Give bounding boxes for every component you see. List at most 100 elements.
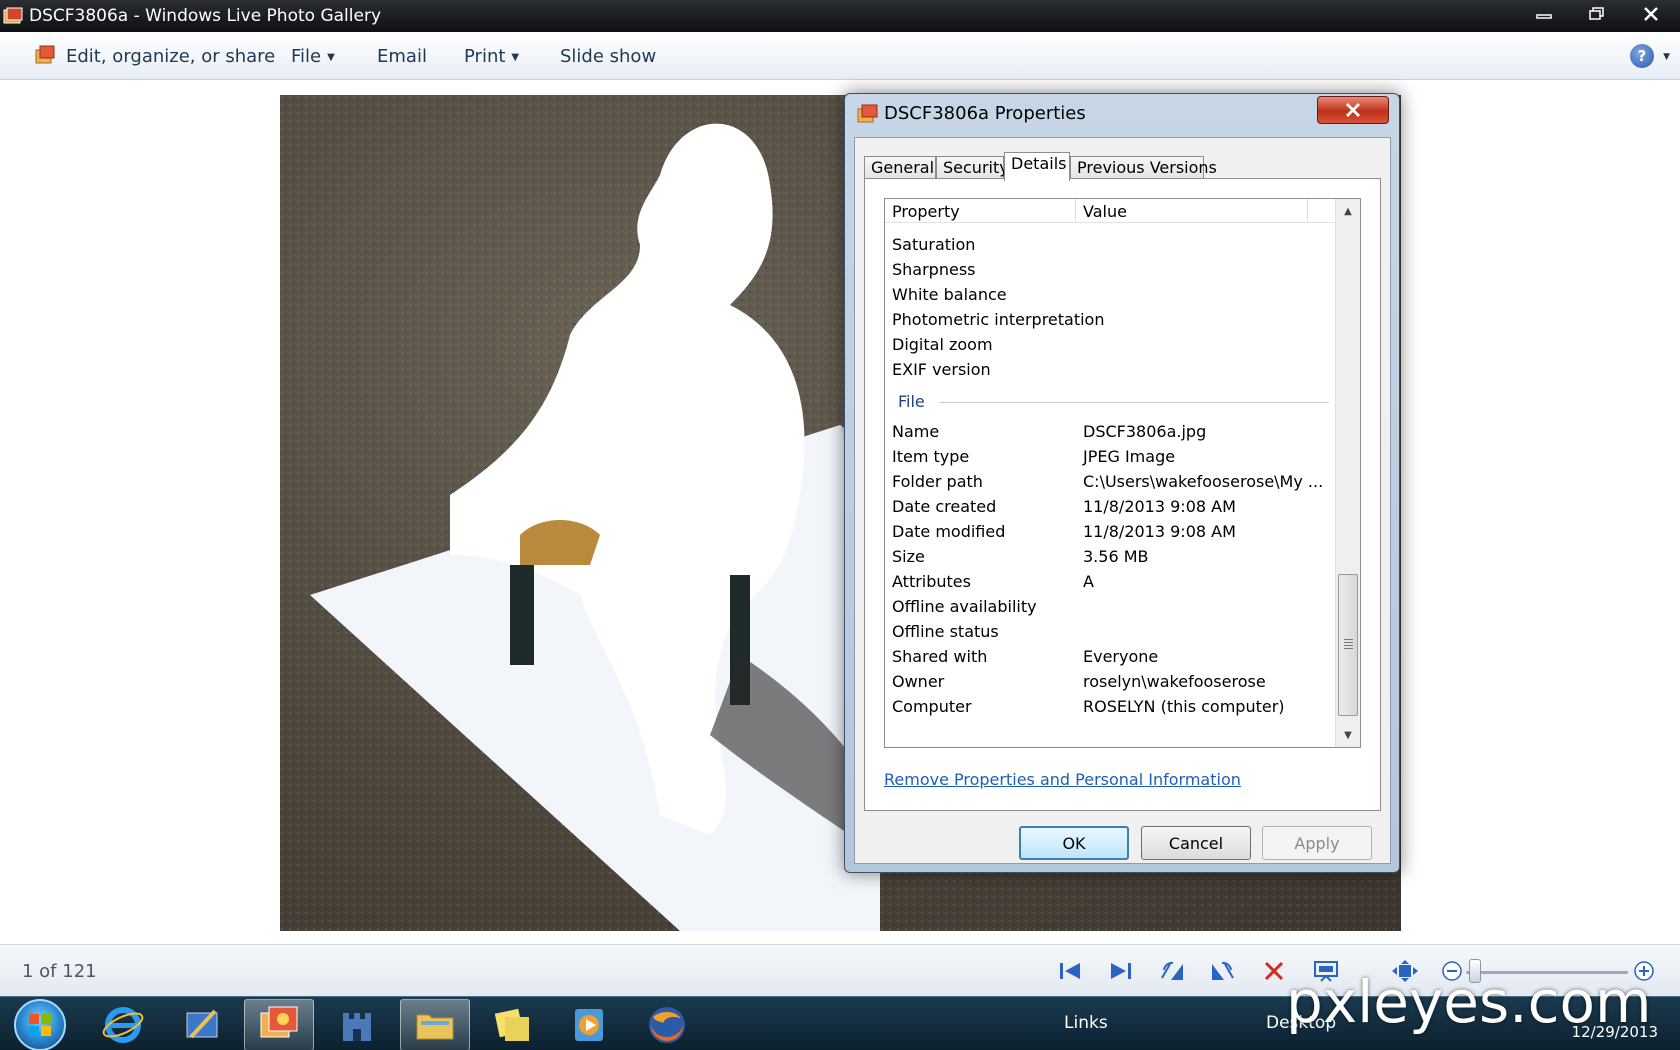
file-menu-label: File [291,46,322,67]
taskbar-firefox[interactable] [632,999,702,1050]
grip-icon [1344,639,1353,649]
property-value: DSCF3806a.jpg [1083,422,1207,441]
tab-general[interactable]: General [864,156,936,180]
photo-file-icon [857,104,878,123]
taskbar-media-player[interactable] [554,999,624,1050]
property-name: Photometric interpretation [892,310,1105,329]
close-icon [1644,7,1658,21]
property-name: Date modified [892,522,1006,541]
column-header-value[interactable]: Value [1083,202,1127,221]
next-button[interactable] [1107,957,1135,985]
restore-icon [1589,7,1604,20]
taskbar-windows-explorer[interactable] [400,999,470,1050]
previous-button[interactable] [1056,957,1084,985]
taskbar-internet-explorer[interactable] [88,999,158,1050]
cancel-button[interactable]: Cancel [1141,826,1251,860]
property-name: Owner [892,672,945,691]
minimize-button[interactable] [1518,0,1570,28]
taskbar-sticky-notes[interactable] [478,999,548,1050]
remove-properties-link[interactable]: Remove Properties and Personal Informati… [884,770,1241,789]
paint-brush-icon [186,1009,218,1039]
rotate-left-button[interactable] [1158,957,1186,985]
tab-security[interactable]: Security [936,156,1009,180]
photo-gallery-icon [260,1006,298,1038]
internet-explorer-icon [102,1007,144,1043]
dialog-title: DSCF3806a Properties [884,103,1086,124]
folder-icon [416,1014,454,1040]
next-icon [1111,963,1131,979]
rotate-right-icon [1212,961,1234,980]
tab-previous-versions[interactable]: Previous Versions [1070,156,1217,180]
column-header-property[interactable]: Property [892,202,960,221]
tab-details[interactable]: Details [1004,152,1070,181]
file-menu-button[interactable]: File ▼ [291,46,335,67]
property-value: 11/8/2013 9:08 AM [1083,522,1236,541]
windows-logo-icon [29,1014,51,1036]
scrollbar-thumb[interactable] [1338,574,1358,716]
edit-organize-share-button[interactable]: Edit, organize, or share [66,46,275,67]
property-value: roselyn\wakefooserose [1083,672,1266,691]
slide-show-button[interactable]: Slide show [560,46,656,67]
property-name: Computer [892,697,972,716]
property-value: 11/8/2013 9:08 AM [1083,497,1236,516]
column-divider[interactable] [1307,199,1308,223]
property-name: Attributes [892,572,971,591]
property-name: Shared with [892,647,988,666]
photo-gallery-app-icon [3,7,23,24]
dialog-close-button[interactable] [1317,96,1389,124]
column-divider[interactable] [1075,199,1076,223]
email-button[interactable]: Email [377,46,427,67]
property-name: Item type [892,447,970,466]
dialog-body: General Security Details Previous Versio… [854,137,1391,864]
restore-button[interactable] [1570,0,1622,28]
chevron-down-icon: ▼ [511,51,520,63]
watermark: pxleyes.com [1286,968,1652,1036]
firefox-icon [649,1007,685,1043]
help-chevron-icon[interactable]: ▼ [1663,52,1670,62]
start-button[interactable] [14,999,66,1050]
property-name: Sharpness [892,260,976,279]
chevron-down-icon: ▼ [327,51,335,63]
close-window-button[interactable] [1622,0,1680,28]
details-panel: Property Value Saturation Sharpness Whit… [864,178,1381,811]
links-toolbar[interactable]: Links [1064,1013,1108,1033]
rotate-right-button[interactable] [1209,957,1237,985]
property-name: White balance [892,285,1007,304]
help-icon[interactable]: ? [1630,44,1654,68]
property-name: Name [892,422,940,441]
ok-button[interactable]: OK [1019,826,1129,860]
property-name: EXIF version [892,360,991,379]
group-divider [939,402,1329,403]
photo-counter: 1 of 121 [22,961,97,982]
close-icon [1346,103,1360,117]
scroll-down-icon[interactable]: ▼ [1340,727,1356,743]
print-menu-button[interactable]: Print ▼ [464,46,519,67]
taskbar-castle-app[interactable] [322,999,392,1050]
property-value: C:\Users\wakefooserose\My ... [1083,472,1324,491]
group-header-file[interactable]: File [898,392,925,411]
property-name: Date created [892,497,997,516]
media-player-icon [575,1009,603,1041]
taskbar-photo-gallery[interactable] [244,999,314,1050]
vertical-scrollbar[interactable]: ▲ ▼ [1335,199,1360,747]
sticky-notes-icon [494,1008,529,1041]
property-list[interactable]: Property Value Saturation Sharpness Whit… [884,198,1361,748]
taskbar-paint-app[interactable] [168,999,238,1050]
property-value: Everyone [1083,647,1159,666]
apply-button[interactable]: Apply [1262,826,1372,860]
window-title: DSCF3806a - Windows Live Photo Gallery [29,6,382,26]
property-value: 3.56 MB [1083,547,1149,566]
property-value: ROSELYN (this computer) [1083,697,1285,716]
print-menu-label: Print [464,46,506,67]
property-name: Digital zoom [892,335,993,354]
property-name: Offline availability [892,597,1037,616]
property-value: JPEG Image [1083,447,1176,466]
window-titlebar: DSCF3806a - Windows Live Photo Gallery [0,0,1680,32]
delete-button[interactable] [1260,957,1288,985]
delete-icon [1264,961,1284,981]
property-name: Size [892,547,925,566]
scroll-up-icon[interactable]: ▲ [1340,203,1356,219]
castle-icon [343,1013,371,1041]
property-name: Folder path [892,472,983,491]
command-bar: Edit, organize, or share File ▼ Email Pri… [0,32,1680,80]
